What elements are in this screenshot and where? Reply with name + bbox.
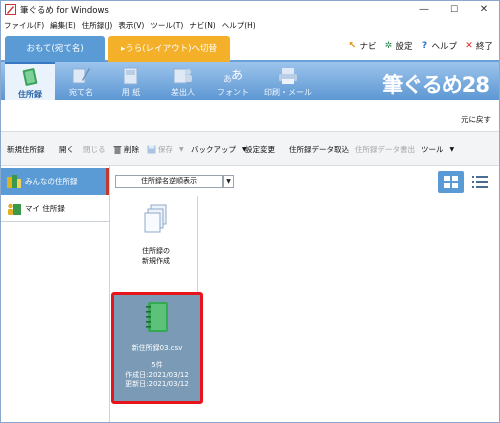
revert-row: 元に戻す	[1, 100, 499, 132]
side-switch-row: おもて(宛て名) ▸うら(レイアウト)へ切替 ↖ ナビ ✲ 設定 ? ヘルプ ✕…	[1, 32, 499, 62]
title-bar: 筆ぐるめ for Windows — ☐ ✕	[1, 1, 499, 19]
sort-order-select[interactable]: 住所録名逆順表示	[115, 175, 223, 188]
settings-link[interactable]: ✲ 設定	[383, 40, 413, 52]
menu-file[interactable]: ファイル(F)	[1, 19, 47, 32]
menu-view[interactable]: 表示(V)	[115, 19, 147, 32]
ribbon-label-address-book: 住所録	[18, 90, 42, 99]
menu-tools[interactable]: ツール(T)	[147, 19, 186, 32]
app-window: 筆ぐるめ for Windows — ☐ ✕ ファイル(F) 編集(E) 住所録…	[0, 0, 500, 423]
new-card-label: 住所録の 新規作成	[115, 246, 197, 266]
file-updated-date: 更新日:2021/03/12	[125, 380, 189, 388]
tools-button[interactable]: ツール ▼	[421, 144, 454, 155]
exit-link[interactable]: ✕ 終了	[464, 40, 493, 52]
group-everyone[interactable]: みんなの住所録	[1, 168, 109, 195]
maximize-button[interactable]: ☐	[439, 1, 469, 19]
gear-icon: ✲	[384, 41, 393, 51]
grid-icon	[444, 176, 458, 188]
postcard-pen-icon	[72, 68, 90, 84]
save-label: 保存	[158, 145, 173, 154]
group-mine-label: マイ 住所録	[25, 203, 65, 213]
ribbon-tab-sender[interactable]: 差出人	[158, 62, 208, 100]
settings-change-button[interactable]: 設定変更	[245, 144, 275, 155]
address-book-file-card[interactable]: 新住所録03.csv 5件 作成日:2021/03/12 更新日:2021/03…	[111, 292, 203, 404]
settings-label: 設定	[395, 42, 413, 52]
pointer-icon: ↖	[348, 41, 357, 51]
ribbon-tab-paper[interactable]: 用 紙	[106, 62, 156, 100]
top-links: ↖ ナビ ✲ 設定 ? ヘルプ ✕ 終了	[347, 40, 493, 52]
save-dropdown-caret[interactable]: ▼	[179, 146, 184, 153]
trash-icon	[113, 146, 122, 154]
list-view-button[interactable]	[467, 171, 493, 193]
backup-button[interactable]: バックアップ ▼	[191, 144, 247, 155]
navi-link[interactable]: ↖ ナビ	[347, 40, 377, 52]
brand-logo: 筆ぐるめ28	[382, 73, 490, 97]
address-book-list: 住所録名逆順表示 ▼ 住所録の 新規作成 新住所録03.csv 5件 作成日:2…	[111, 166, 499, 422]
ribbon-label-recipient: 宛て名	[69, 88, 93, 97]
switch-to-back-button[interactable]: ▸うら(レイアウト)へ切替	[108, 36, 230, 62]
address-book-groups: みんなの住所録 マイ 住所録	[1, 166, 110, 422]
menu-bar: ファイル(F) 編集(E) 住所録(J) 表示(V) ツール(T) ナビ(N) …	[1, 19, 499, 32]
revert-link[interactable]: 元に戻す	[461, 114, 491, 125]
ribbon-label-paper: 用 紙	[121, 88, 141, 97]
ribbon: 住所録 宛て名 用 紙 差出人 あ あ フォント 印刷・メール 筆ぐるめ28	[1, 62, 499, 100]
new-card-line2: 新規作成	[142, 257, 170, 265]
group-everyone-label: みんなの住所録	[25, 177, 78, 186]
open-button[interactable]: 開く	[59, 144, 74, 155]
file-meta: 5件 作成日:2021/03/12 更新日:2021/03/12	[114, 361, 200, 390]
front-side-tab[interactable]: おもて(宛て名)	[5, 36, 105, 62]
file-created-date: 作成日:2021/03/12	[125, 370, 189, 379]
ribbon-tab-print-mail[interactable]: 印刷・メール	[259, 62, 317, 100]
toolbar: 新規住所録 開く 閉じる 削除 保存 ▼ バックアップ ▼ 設定変更 住所録デー…	[1, 132, 499, 166]
menu-navi[interactable]: ナビ(N)	[186, 19, 218, 32]
help-label: ヘルプ	[431, 42, 457, 52]
import-data-button[interactable]: 住所録データ取込	[289, 144, 349, 155]
group-mine[interactable]: マイ 住所録	[1, 195, 109, 222]
sort-order-dropdown-icon[interactable]: ▼	[223, 175, 234, 188]
font-icon: あ あ	[223, 68, 243, 85]
ribbon-label-font: フォント	[217, 88, 249, 97]
file-name: 新住所録03.csv	[131, 344, 183, 352]
menu-help[interactable]: ヘルプ(H)	[219, 19, 259, 32]
close-x-icon: ✕	[465, 41, 473, 51]
export-data-button[interactable]: 住所録データ書出	[355, 144, 415, 155]
ribbon-label-sender: 差出人	[171, 88, 195, 97]
menu-address-book[interactable]: 住所録(J)	[79, 19, 116, 32]
exit-label: 終了	[475, 42, 493, 52]
new-card-line1: 住所録の	[142, 247, 170, 255]
delete-label: 削除	[124, 145, 139, 154]
grid-view-button[interactable]	[438, 171, 464, 193]
window-title: 筆ぐるめ for Windows	[20, 6, 109, 16]
ribbon-tab-recipient[interactable]: 宛て名	[56, 62, 106, 100]
ribbon-tab-font[interactable]: あ あ フォント	[208, 62, 258, 100]
paper-icon	[123, 67, 138, 85]
delete-button[interactable]: 削除	[113, 144, 139, 155]
file-record-count: 5件	[151, 361, 163, 369]
new-address-book-button[interactable]: 新規住所録	[7, 144, 45, 155]
backup-label: バックアップ	[191, 145, 236, 154]
question-icon: ?	[421, 41, 428, 51]
app-logo-icon	[5, 4, 16, 15]
menu-edit[interactable]: 編集(E)	[47, 19, 79, 32]
close-book-button[interactable]: 閉じる	[83, 144, 106, 155]
floppy-icon	[147, 145, 156, 154]
save-button[interactable]: 保存 ▼	[147, 144, 184, 155]
sender-icon	[173, 68, 192, 84]
svg-text:あ: あ	[231, 68, 243, 82]
address-book-icon	[22, 68, 38, 86]
person-book-icon	[8, 203, 21, 215]
minimize-button[interactable]: —	[409, 1, 439, 19]
printer-icon	[279, 68, 297, 84]
books-icon	[7, 175, 21, 188]
navi-label: ナビ	[359, 42, 377, 52]
tools-dropdown-caret[interactable]: ▼	[450, 146, 455, 153]
tools-label: ツール	[421, 145, 444, 154]
help-link[interactable]: ? ヘルプ	[419, 40, 457, 52]
new-documents-icon	[144, 204, 167, 233]
ribbon-tab-address-book[interactable]: 住所録	[5, 62, 55, 100]
close-window-button[interactable]: ✕	[469, 1, 499, 19]
green-notebook-icon	[146, 302, 168, 332]
new-address-book-card[interactable]: 住所録の 新規作成	[115, 196, 198, 295]
list-icon	[472, 176, 488, 188]
ribbon-label-print-mail: 印刷・メール	[264, 88, 312, 97]
